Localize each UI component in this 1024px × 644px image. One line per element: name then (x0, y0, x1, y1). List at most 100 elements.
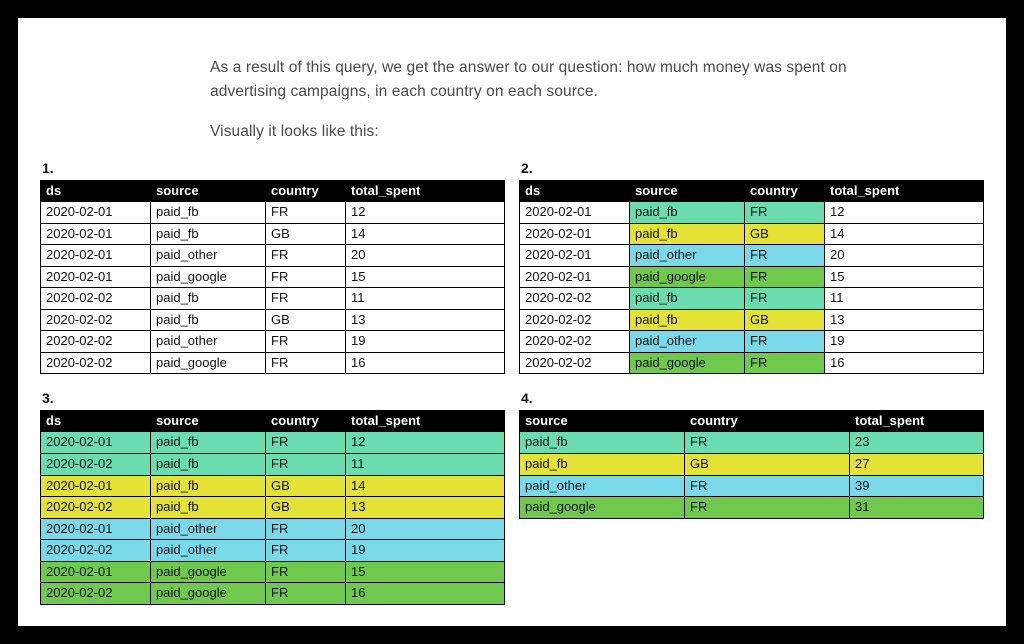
table-block-1: 1. ds source country total_spent 2020-02… (40, 160, 505, 374)
cell: FR (266, 331, 346, 353)
table-row: 2020-02-01paid_fbGB14 (41, 223, 505, 245)
cell: GB (745, 223, 825, 245)
intro-paragraph-2: Visually it looks like this: (210, 120, 890, 144)
cell: paid_other (151, 518, 266, 540)
cell: 20 (346, 245, 505, 267)
cell: paid_google (151, 561, 266, 583)
cell: 23 (850, 432, 984, 454)
cell: 11 (825, 288, 984, 310)
col-ds: ds (41, 411, 151, 432)
cell: 11 (346, 288, 505, 310)
col-source: source (630, 181, 745, 202)
cell: paid_fb (151, 475, 266, 497)
cell: 20 (346, 518, 505, 540)
table-row: 2020-02-02paid_fbGB13 (41, 497, 505, 519)
table-row: 2020-02-01paid_fbGB14 (41, 475, 505, 497)
cell: paid_fb (151, 202, 266, 224)
table-row: 2020-02-02paid_otherFR19 (41, 540, 505, 562)
cell: 2020-02-01 (520, 223, 630, 245)
table-row: 2020-02-02paid_fbFR11 (520, 288, 984, 310)
cell: 2020-02-01 (41, 223, 151, 245)
cell: GB (266, 223, 346, 245)
col-total: total_spent (346, 411, 505, 432)
table-row: 2020-02-02paid_fbFR11 (41, 453, 505, 475)
table-label: 3. (42, 390, 505, 406)
table-1: ds source country total_spent 2020-02-01… (40, 180, 505, 374)
table-row: 2020-02-01paid_googleFR15 (41, 561, 505, 583)
table-header-row: source country total_spent (520, 411, 984, 432)
cell: 2020-02-02 (41, 497, 151, 519)
table-body: 2020-02-01paid_fbFR122020-02-01paid_fbGB… (41, 202, 505, 374)
cell: FR (685, 497, 850, 519)
cell: 14 (346, 475, 505, 497)
cell: 16 (346, 352, 505, 374)
cell: 2020-02-01 (41, 475, 151, 497)
table-4: source country total_spent paid_fbFR23pa… (519, 410, 984, 518)
cell: 12 (346, 432, 505, 454)
cell: 2020-02-02 (41, 352, 151, 374)
table-row: paid_fbGB27 (520, 453, 984, 475)
table-2: ds source country total_spent 2020-02-01… (519, 180, 984, 374)
table-row: 2020-02-01paid_otherFR20 (520, 245, 984, 267)
table-block-2: 2. ds source country total_spent 2020-02… (519, 160, 984, 374)
cell: GB (266, 475, 346, 497)
cell: FR (266, 245, 346, 267)
intro-text: As a result of this query, we get the an… (210, 56, 890, 144)
table-row: 2020-02-02paid_fbFR11 (41, 288, 505, 310)
table-row: 2020-02-01paid_googleFR15 (520, 266, 984, 288)
cell: 2020-02-01 (41, 245, 151, 267)
cell: GB (266, 309, 346, 331)
cell: 2020-02-02 (41, 583, 151, 605)
table-row: 2020-02-02paid_fbGB13 (41, 309, 505, 331)
table-row: 2020-02-02paid_googleFR16 (41, 352, 505, 374)
cell: 19 (346, 331, 505, 353)
table-row: 2020-02-01paid_fbFR12 (520, 202, 984, 224)
col-total: total_spent (850, 411, 984, 432)
cell: paid_other (630, 331, 745, 353)
cell: paid_fb (151, 288, 266, 310)
cell: paid_fb (151, 223, 266, 245)
col-source: source (151, 181, 266, 202)
col-country: country (685, 411, 850, 432)
cell: FR (745, 202, 825, 224)
table-row: 2020-02-02paid_googleFR16 (41, 583, 505, 605)
table-row: paid_googleFR31 (520, 497, 984, 519)
table-label: 4. (521, 390, 984, 406)
col-ds: ds (520, 181, 630, 202)
table-header-row: ds source country total_spent (41, 411, 505, 432)
cell: paid_google (151, 352, 266, 374)
col-country: country (745, 181, 825, 202)
cell: 2020-02-02 (520, 331, 630, 353)
cell: GB (745, 309, 825, 331)
cell: FR (266, 583, 346, 605)
table-row: paid_otherFR39 (520, 475, 984, 497)
cell: 2020-02-01 (520, 202, 630, 224)
cell: 2020-02-01 (41, 561, 151, 583)
cell: FR (266, 540, 346, 562)
cell: 13 (346, 309, 505, 331)
cell: paid_fb (520, 432, 685, 454)
table-row: 2020-02-01paid_fbFR12 (41, 432, 505, 454)
table-row: 2020-02-01paid_otherFR20 (41, 245, 505, 267)
cell: paid_google (520, 497, 685, 519)
cell: 19 (346, 540, 505, 562)
table-row: 2020-02-01paid_otherFR20 (41, 518, 505, 540)
cell: 12 (346, 202, 505, 224)
table-row: 2020-02-02paid_fbGB13 (520, 309, 984, 331)
tables-grid: 1. ds source country total_spent 2020-02… (40, 160, 984, 605)
table-row: 2020-02-02paid_googleFR16 (520, 352, 984, 374)
cell: paid_other (630, 245, 745, 267)
cell: 14 (346, 223, 505, 245)
col-source: source (520, 411, 685, 432)
cell: paid_fb (151, 497, 266, 519)
cell: FR (266, 518, 346, 540)
table-body: paid_fbFR23paid_fbGB27paid_otherFR39paid… (520, 432, 984, 518)
cell: 2020-02-01 (520, 266, 630, 288)
table-header-row: ds source country total_spent (520, 181, 984, 202)
cell: paid_fb (151, 432, 266, 454)
cell: 2020-02-01 (520, 245, 630, 267)
table-row: paid_fbFR23 (520, 432, 984, 454)
cell: 2020-02-02 (41, 331, 151, 353)
cell: paid_other (151, 331, 266, 353)
cell: FR (266, 453, 346, 475)
